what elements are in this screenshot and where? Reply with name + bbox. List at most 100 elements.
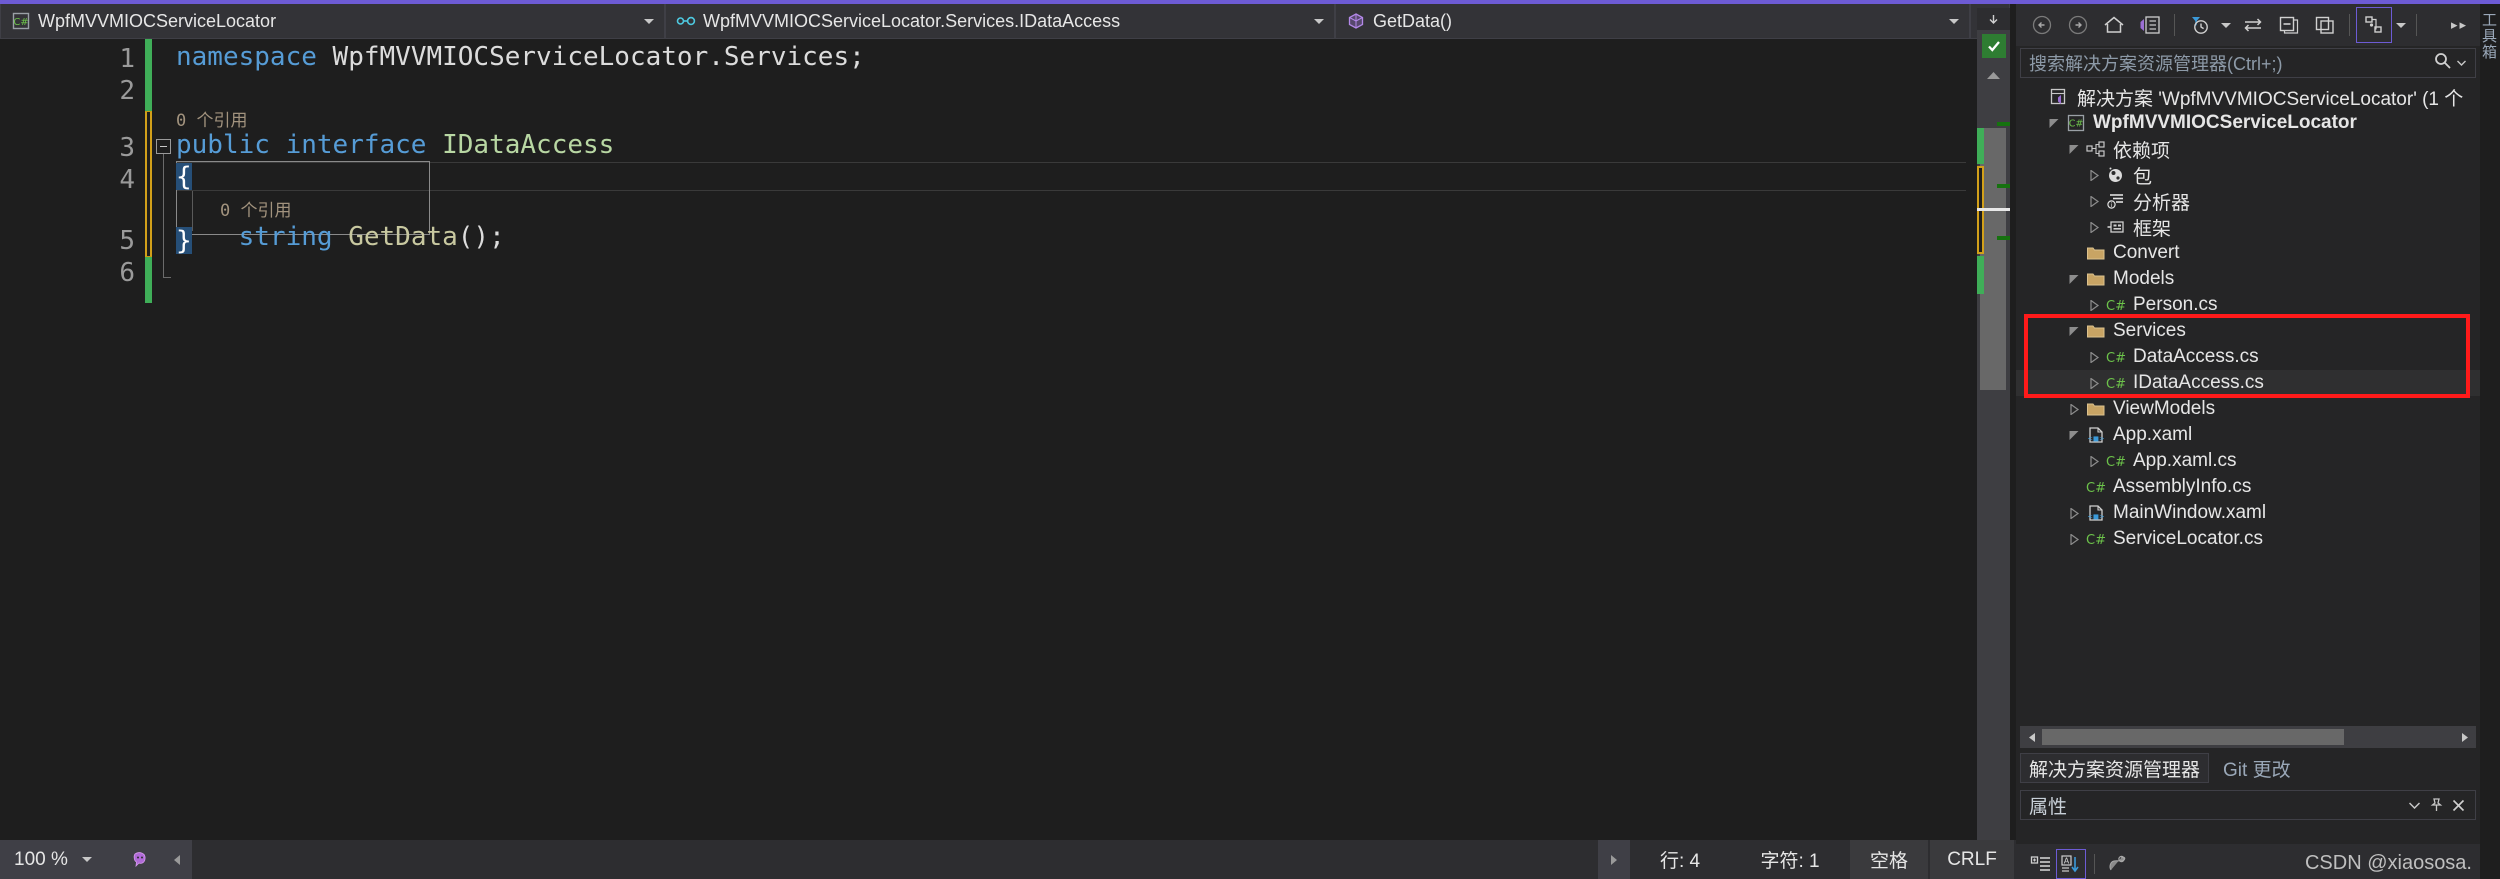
tree-item-dependencies[interactable]: 依赖项 bbox=[2016, 136, 2480, 162]
chevron-down-icon[interactable] bbox=[2453, 60, 2469, 66]
back-button[interactable] bbox=[2024, 7, 2060, 43]
collapse-all-button[interactable] bbox=[2271, 7, 2307, 43]
tree-item-person-cs[interactable]: C# Person.cs bbox=[2016, 292, 2480, 318]
scroll-map-up-arrow-icon[interactable] bbox=[1977, 64, 2010, 86]
twisty-expanded-icon[interactable] bbox=[2064, 136, 2084, 162]
tree-item-viewmodels-folder[interactable]: ViewModels bbox=[2016, 396, 2480, 422]
twisty-expanded-icon[interactable] bbox=[2064, 422, 2084, 448]
expand-right-button[interactable] bbox=[1598, 840, 1630, 879]
twisty-collapsed-icon[interactable] bbox=[2064, 396, 2084, 422]
chevron-down-icon[interactable] bbox=[1945, 4, 1963, 38]
solution-explorer-horizontal-scrollbar[interactable] bbox=[2020, 726, 2476, 748]
twisty-expanded-icon[interactable] bbox=[2064, 318, 2084, 344]
tree-item-models-folder[interactable]: Models bbox=[2016, 266, 2480, 292]
checkmark-ok-icon[interactable] bbox=[1982, 34, 2006, 58]
twisty-expanded-icon[interactable] bbox=[2064, 266, 2084, 292]
outlining-margin[interactable] bbox=[156, 39, 178, 805]
show-all-files-icon bbox=[2365, 16, 2382, 33]
navbar-project-dropdown[interactable]: C# WpfMVVMIOCServiceLocator bbox=[0, 4, 665, 39]
status-indentation[interactable]: 空格 bbox=[1850, 840, 1928, 879]
twisty-collapsed-icon[interactable] bbox=[2084, 292, 2104, 318]
twisty-collapsed-icon[interactable] bbox=[2084, 344, 2104, 370]
feedback-smiley-button[interactable] bbox=[120, 840, 160, 879]
pending-changes-filter-button[interactable] bbox=[2181, 7, 2217, 43]
status-line-ending[interactable]: CRLF bbox=[1930, 840, 2014, 879]
tree-item-convert-folder[interactable]: Convert bbox=[2016, 240, 2480, 266]
show-all-files-button[interactable] bbox=[2356, 7, 2392, 43]
solution-tree[interactable]: 解决方案 'WpfMVVMIOCServiceLocator' (1 个 C# … bbox=[2016, 84, 2480, 724]
categorized-button[interactable] bbox=[2026, 849, 2056, 879]
page-title: 属性 bbox=[2029, 796, 2068, 818]
scroll-map-track[interactable] bbox=[1977, 86, 2010, 848]
zoom-level-control[interactable]: 100 % bbox=[0, 840, 120, 879]
chevron-down-icon[interactable] bbox=[2403, 792, 2425, 818]
tree-item-idataaccess-cs[interactable]: C# IDataAccess.cs bbox=[2016, 370, 2480, 396]
chevron-double-right-icon[interactable]: ▸▸ bbox=[2451, 17, 2468, 33]
tree-item-dataaccess-cs[interactable]: C# DataAccess.cs bbox=[2016, 344, 2480, 370]
scroll-map-change-saved-bottom bbox=[1977, 256, 1984, 294]
collapsed-tool-window-strip[interactable]: 工具箱 bbox=[2480, 4, 2500, 879]
tree-item-frameworks[interactable]: 框架 bbox=[2016, 214, 2480, 240]
search-icon[interactable] bbox=[2433, 51, 2453, 76]
collapse-region-icon[interactable] bbox=[156, 139, 171, 154]
tree-item-analyzers[interactable]: i 分析器 bbox=[2016, 188, 2480, 214]
scroll-left-icon[interactable] bbox=[2020, 726, 2042, 748]
change-bar-saved-top bbox=[145, 39, 152, 111]
code-editor-surface[interactable]: 1 2 3 4 5 6 namespace WpfMVVMIOCServiceL… bbox=[0, 39, 2010, 858]
code-text-layer[interactable]: namespace WpfMVVMIOCServiceLocator.Servi… bbox=[176, 39, 1876, 805]
tree-item-label: ViewModels bbox=[2113, 398, 2216, 419]
sync-with-active-document-icon bbox=[2244, 18, 2262, 32]
search-input[interactable]: 搜索解决方案资源管理器(Ctrl+;) bbox=[2020, 48, 2476, 78]
chevron-down-icon[interactable] bbox=[2392, 7, 2410, 43]
tab-git-changes[interactable]: Git 更改 bbox=[2215, 753, 2299, 783]
tree-item-packages[interactable]: 包 bbox=[2016, 162, 2480, 188]
twisty-collapsed-icon[interactable] bbox=[2084, 188, 2104, 214]
navbar-type-dropdown[interactable]: WpfMVVMIOCServiceLocator.Services.IDataA… bbox=[665, 4, 1335, 39]
properties-window-button[interactable] bbox=[2307, 7, 2343, 43]
scroll-map-marker bbox=[1997, 236, 2010, 240]
chevron-down-icon[interactable] bbox=[1310, 4, 1328, 38]
tree-item-app-xaml[interactable]: <■> App.xaml bbox=[2016, 422, 2480, 448]
home-button[interactable] bbox=[2096, 7, 2132, 43]
tree-item-label: 包 bbox=[2133, 166, 2153, 188]
chevron-down-icon[interactable] bbox=[640, 4, 658, 38]
home-icon bbox=[2104, 16, 2124, 33]
tab-solution-explorer[interactable]: 解决方案资源管理器 bbox=[2020, 753, 2210, 783]
twisty-collapsed-icon[interactable] bbox=[2084, 214, 2104, 240]
tree-item-assemblyinfo-cs[interactable]: C# AssemblyInfo.cs bbox=[2016, 474, 2480, 500]
alphabetical-button[interactable]: A bbox=[2056, 848, 2086, 879]
vs-solution-button[interactable] bbox=[2132, 7, 2168, 43]
tree-item-servicelocator-cs[interactable]: C# ServiceLocator.cs bbox=[2016, 526, 2480, 552]
navbar-member-dropdown[interactable]: GetData() bbox=[1335, 4, 1970, 39]
line-number: 2 bbox=[119, 76, 135, 106]
collapse-left-button[interactable] bbox=[160, 840, 192, 879]
tree-item-mainwindow-xaml[interactable]: <■> MainWindow.xaml bbox=[2016, 500, 2480, 526]
collapse-all-icon bbox=[2279, 16, 2299, 34]
editor-vertical-scrollbar[interactable] bbox=[1977, 8, 2010, 848]
scroll-right-icon[interactable] bbox=[2454, 726, 2476, 748]
scroll-up-icon[interactable] bbox=[1977, 8, 2010, 30]
close-icon[interactable] bbox=[2447, 792, 2469, 818]
twisty-collapsed-icon[interactable] bbox=[2084, 448, 2104, 474]
svg-text:<■>: <■> bbox=[2087, 513, 2104, 521]
twisty-collapsed-icon[interactable] bbox=[2064, 526, 2084, 552]
tree-item-project[interactable]: C# WpfMVVMIOCServiceLocator bbox=[2016, 110, 2480, 136]
forward-button[interactable] bbox=[2060, 7, 2096, 43]
csharp-file-icon: C# bbox=[2104, 448, 2128, 474]
twisty-expanded-icon[interactable] bbox=[2044, 110, 2064, 136]
twisty-collapsed-icon[interactable] bbox=[2064, 500, 2084, 526]
properties-button[interactable] bbox=[2103, 849, 2133, 879]
chevron-down-icon[interactable] bbox=[2217, 7, 2235, 43]
scrollbar-thumb[interactable] bbox=[2042, 729, 2344, 745]
codelens-reference-count[interactable]: 0 个引用 bbox=[176, 107, 247, 135]
tree-item-solution[interactable]: 解决方案 'WpfMVVMIOCServiceLocator' (1 个 bbox=[2016, 84, 2480, 110]
twisty-collapsed-icon[interactable] bbox=[2084, 162, 2104, 188]
sync-with-active-document-button[interactable] bbox=[2235, 7, 2271, 43]
tree-item-services-folder[interactable]: Services bbox=[2016, 318, 2480, 344]
tree-item-label: Models bbox=[2113, 268, 2175, 289]
tree-item-app-xaml-cs[interactable]: C# App.xaml.cs bbox=[2016, 448, 2480, 474]
pin-icon[interactable] bbox=[2425, 792, 2447, 818]
chevron-down-icon[interactable] bbox=[81, 857, 92, 862]
twisty-collapsed-icon[interactable] bbox=[2084, 370, 2104, 396]
codelens-reference-count[interactable]: 0 个引用 bbox=[220, 197, 291, 225]
